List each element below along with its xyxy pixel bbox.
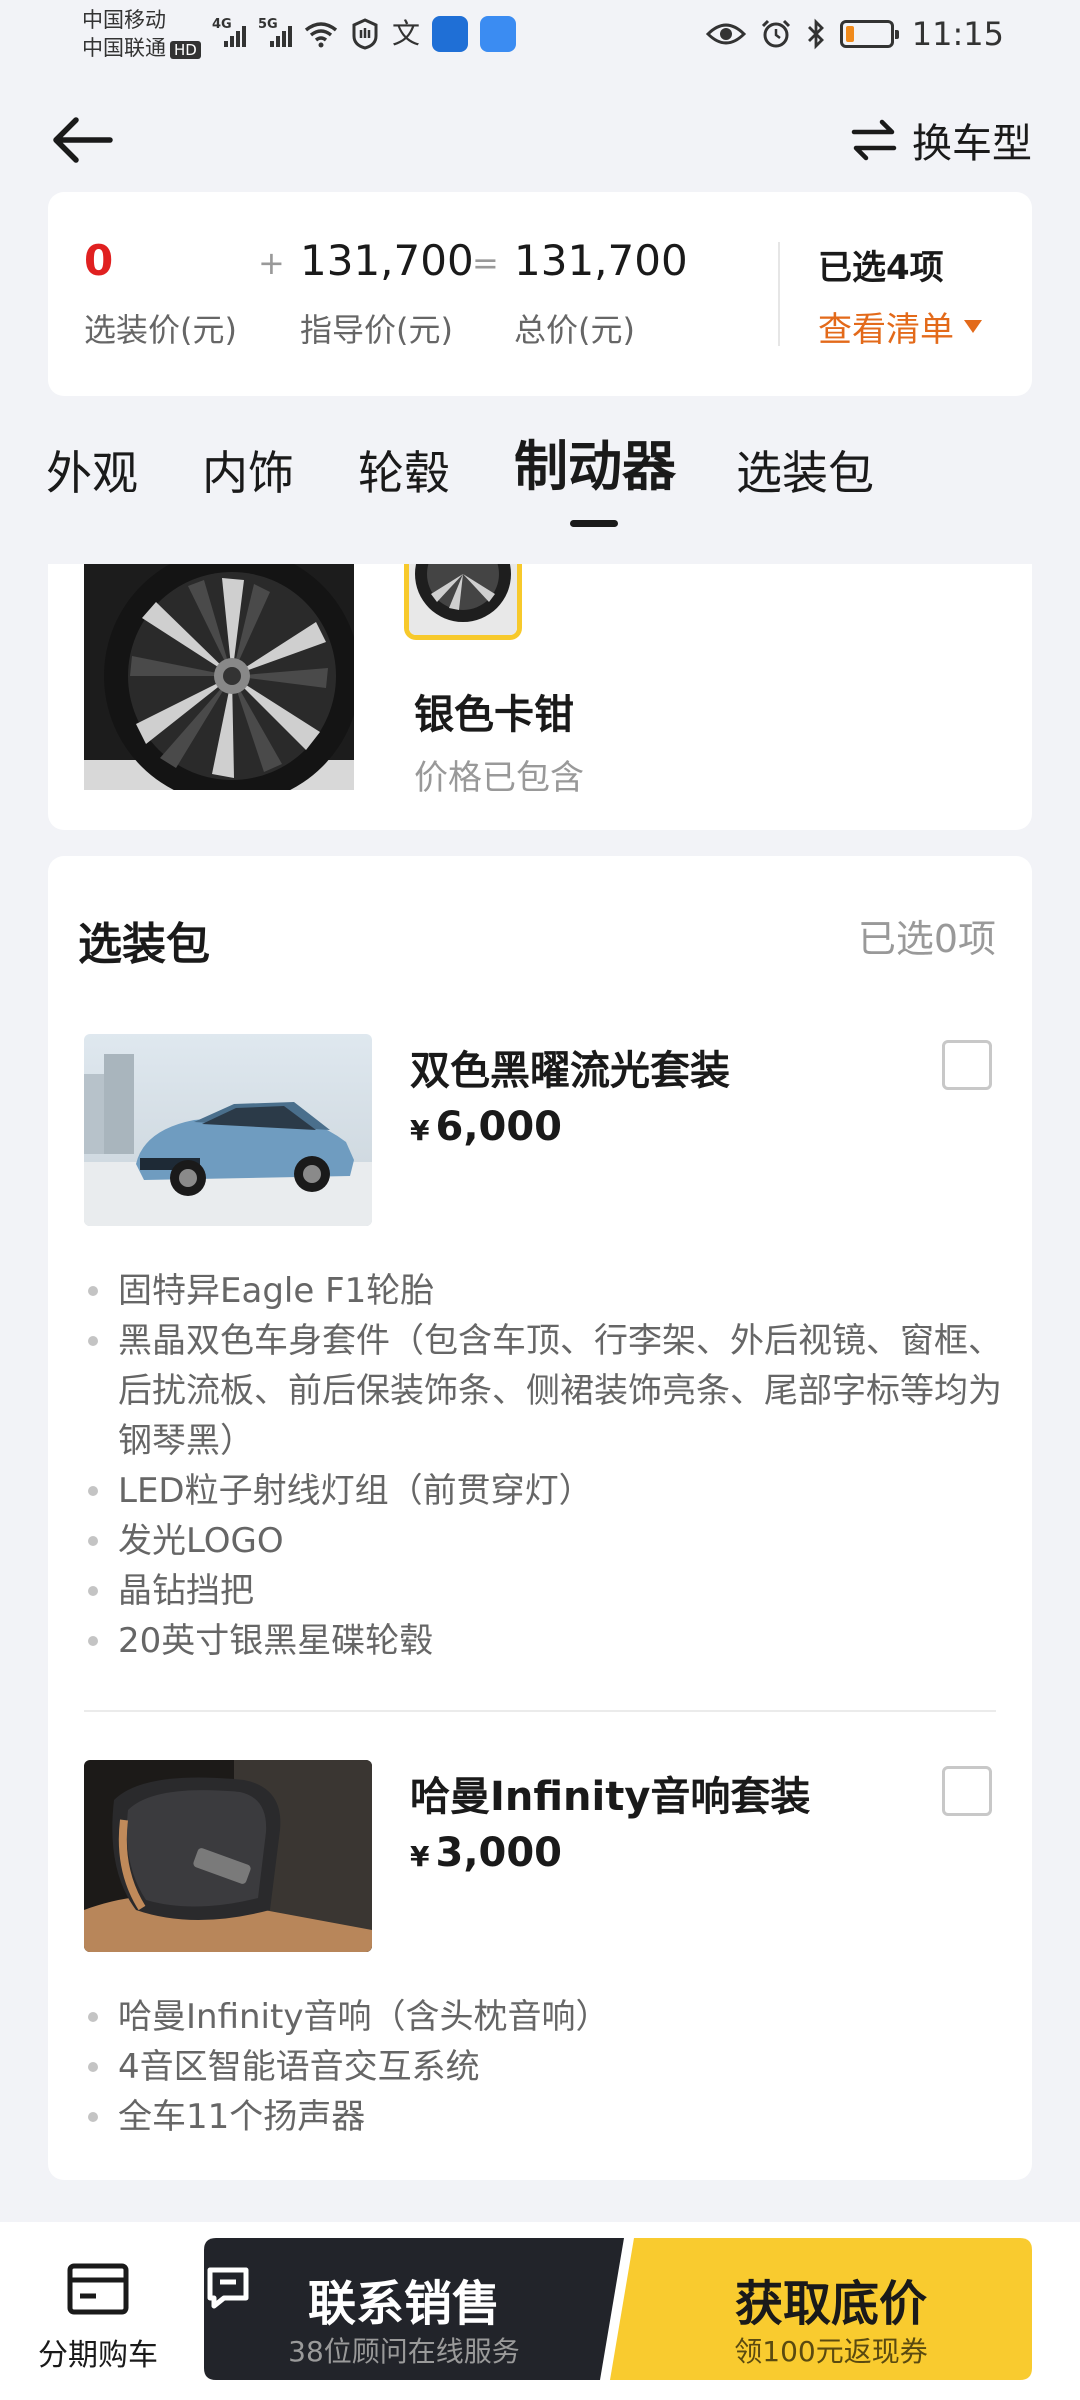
battery-icon: [839, 20, 899, 48]
currency-symbol: ¥: [410, 1840, 430, 1873]
carrier-info: 中国移动 中国联通 HD: [82, 6, 201, 62]
installment-button[interactable]: 分期购车: [28, 2260, 168, 2373]
equals-sign: =: [472, 244, 499, 282]
eye-icon: [705, 23, 746, 45]
arrow-left-icon: [53, 117, 113, 163]
package-image: [84, 1760, 372, 1952]
option-price-label: 选装价(元): [84, 311, 237, 349]
cashback-voucher-subtext: 领100元返现券: [734, 2335, 928, 2368]
brake-card: 银色卡钳 价格已包含: [48, 564, 1032, 830]
alarm-icon: [761, 19, 790, 48]
get-lowest-price-label: 获取底价: [734, 2276, 927, 2332]
package-price: ¥6,000: [410, 1104, 562, 1150]
status-icons-left: 4G 5G 文: [212, 14, 517, 54]
change-model-button[interactable]: 换车型: [850, 108, 1032, 172]
translate-icon: 文: [392, 17, 421, 50]
guide-price-value: 131,700: [300, 236, 474, 285]
packages-title: 选装包: [78, 919, 210, 970]
view-list-label: 查看清单: [818, 310, 954, 350]
hd-badge: HD: [170, 41, 201, 59]
feature-item: 4音区智能语音交互系统: [84, 2042, 1004, 2092]
packages-selected-count: 已选0项: [857, 917, 996, 961]
currency-symbol: ¥: [410, 1114, 430, 1147]
contact-sales-subtext: 38位顾问在线服务: [288, 2335, 520, 2368]
bottom-action-bar: 分期购车 联系销售 38位顾问在线服务 获取底价 领100元返现券: [0, 2222, 1080, 2400]
package-price-value: 6,000: [435, 1104, 563, 1150]
guide-price-block: 131,700 指导价(元): [300, 234, 474, 352]
change-model-label: 换车型: [912, 121, 1032, 167]
tab-wheels[interactable]: 轮毂: [358, 440, 450, 506]
tab-exterior[interactable]: 外观: [46, 440, 138, 506]
plus-sign: +: [258, 244, 285, 282]
total-price-value: 131,700: [514, 236, 688, 285]
packages-card: 选装包 已选0项 双色黑曜流光套装 ¥6,000 固特异Eagle F1轮胎 黑…: [48, 856, 1032, 2180]
active-tab-indicator: [570, 520, 618, 527]
card-icon: [67, 2263, 129, 2315]
feature-item: 发光LOGO: [84, 1516, 1004, 1566]
package-price: ¥3,000: [410, 1830, 562, 1876]
carrier-1: 中国移动: [82, 8, 166, 32]
chat-icon: [207, 2267, 249, 2309]
installment-label: 分期购车: [38, 2338, 158, 2373]
feature-item: LED粒子射线灯组（前贯穿灯）: [84, 1466, 1004, 1516]
contact-sales-label: 联系销售: [307, 2276, 500, 2332]
option-price-value: 0: [84, 236, 114, 285]
selected-count: 已选4项: [818, 248, 944, 288]
robot-app-icon: [432, 16, 469, 52]
feature-item: 20英寸银黑星碟轮毂: [84, 1616, 1004, 1666]
silver-caliper-swatch[interactable]: [404, 564, 522, 640]
package-feature-list: 固特异Eagle F1轮胎 黑晶双色车身套件（包含车顶、行李架、外后视镜、窗框、…: [84, 1266, 1004, 1666]
package-checkbox[interactable]: [942, 1040, 992, 1090]
get-lowest-price-button[interactable]: 获取底价 领100元返现券: [610, 2238, 1032, 2380]
bluetooth-icon: [807, 18, 824, 50]
category-tabs: 外观 内饰 轮毂 制动器 选装包: [0, 430, 1080, 540]
back-button[interactable]: [48, 110, 118, 170]
feature-item: 晶钻挡把: [84, 1566, 1004, 1616]
status-bar: 中国移动 中国联通 HD 4G 5G 文 11:15: [0, 0, 1080, 72]
brake-name: 银色卡钳: [414, 692, 574, 738]
package-name: 哈曼Infinity音响套装: [410, 1774, 811, 1820]
signal-4g-icon: 4G: [212, 17, 246, 47]
package-divider: [84, 1710, 996, 1712]
wifi-icon: [304, 22, 338, 48]
wheel-image: [84, 564, 354, 790]
feature-item: 固特异Eagle F1轮胎: [84, 1266, 1004, 1316]
tab-brakes[interactable]: 制动器: [514, 434, 676, 500]
view-list-link[interactable]: 查看清单: [818, 302, 982, 351]
package-checkbox[interactable]: [942, 1766, 992, 1816]
option-price-block: 0 选装价(元): [84, 234, 237, 352]
tab-packages[interactable]: 选装包: [736, 440, 874, 506]
package-name: 双色黑曜流光套装: [410, 1048, 730, 1094]
hand-icon: [352, 18, 378, 50]
contact-sales-button[interactable]: 联系销售 38位顾问在线服务: [204, 2238, 624, 2380]
guide-price-label: 指导价(元): [300, 311, 453, 349]
header: 换车型: [0, 90, 1080, 190]
app-icon: [480, 16, 517, 52]
feature-item: 黑晶双色车身套件（包含车顶、行李架、外后视镜、窗框、后扰流板、前后保装饰条、侧裙…: [84, 1316, 1004, 1466]
package-image: [84, 1034, 372, 1226]
status-icons-right: 11:15: [705, 14, 1004, 54]
package-price-value: 3,000: [435, 1830, 563, 1876]
feature-item: 哈曼Infinity音响（含头枕音响）: [84, 1992, 1004, 2042]
signal-5g-icon: 5G: [258, 17, 292, 47]
total-price-label: 总价(元): [514, 311, 635, 349]
brake-price-note: 价格已包含: [414, 758, 584, 798]
package-feature-list: 哈曼Infinity音响（含头枕音响） 4音区智能语音交互系统 全车11个扬声器: [84, 1992, 1004, 2142]
triangle-down-icon: [964, 320, 982, 333]
price-summary-card: 0 选装价(元) + 131,700 指导价(元) = 131,700 总价(元…: [48, 192, 1032, 396]
divider: [778, 242, 780, 346]
total-price-block: 131,700 总价(元): [514, 234, 688, 352]
feature-item: 全车11个扬声器: [84, 2092, 1004, 2142]
tab-interior[interactable]: 内饰: [202, 440, 294, 506]
carrier-2: 中国联通: [82, 36, 166, 60]
clock: 11:15: [911, 15, 1004, 53]
swap-icon: [851, 119, 897, 161]
